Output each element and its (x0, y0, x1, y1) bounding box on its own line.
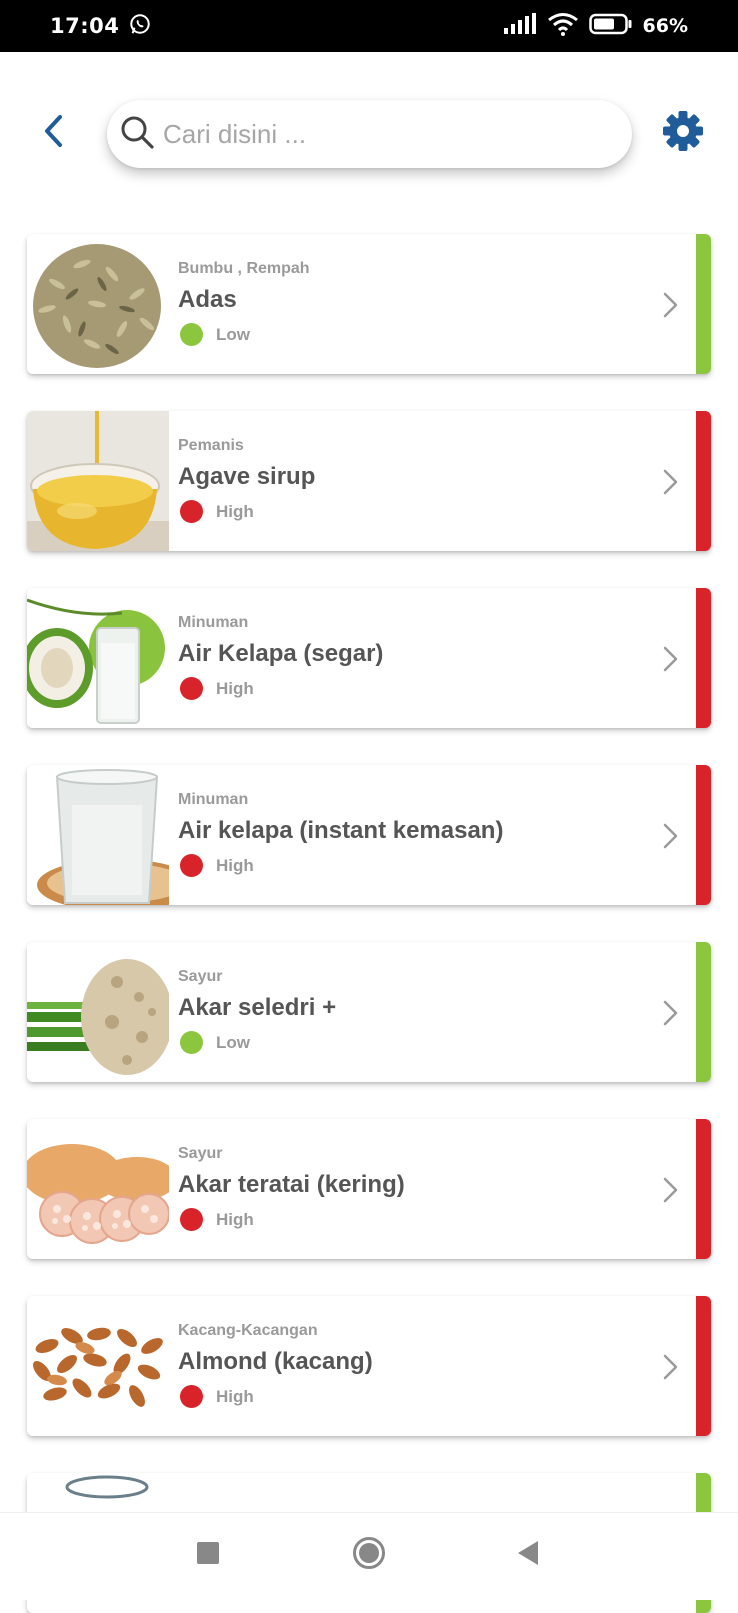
list-item-body: Bumbu , Rempah Adas Low (178, 234, 651, 374)
level-accent-bar (696, 765, 711, 905)
home-icon[interactable] (352, 1536, 386, 1575)
battery-percent: 66% (642, 15, 688, 37)
level-dot-icon (180, 323, 203, 346)
list-item-body: Minuman Air kelapa (instant kemasan) Hig… (178, 765, 651, 905)
recent-apps-icon[interactable] (196, 1541, 220, 1570)
level-accent-bar (696, 234, 711, 374)
gi-level-indicator: High (180, 1385, 254, 1408)
level-label: High (216, 501, 254, 521)
level-dot-icon (180, 500, 203, 523)
chevron-right-icon (659, 821, 683, 851)
celery-root-image (27, 942, 169, 1082)
list-item-body: Pemanis Agave sirup High (178, 411, 651, 551)
chevron-right-icon (659, 290, 683, 320)
chevron-right-icon (659, 1175, 683, 1205)
item-name: Akar seledri + (178, 994, 337, 1021)
level-dot-icon (180, 1208, 203, 1231)
signal-icon (503, 13, 537, 39)
chevron-right-icon (659, 998, 683, 1028)
level-dot-icon (180, 854, 203, 877)
fennel-seeds-image (27, 234, 169, 374)
level-accent-bar (696, 942, 711, 1082)
level-dot-icon (180, 677, 203, 700)
level-accent-bar (696, 1119, 711, 1259)
list-item-body: Minuman Air Kelapa (segar) High (178, 588, 651, 728)
item-name: Almond (kacang) (178, 1348, 373, 1375)
level-accent-bar (696, 588, 711, 728)
almonds-image (27, 1296, 169, 1436)
back-button[interactable] (28, 108, 78, 158)
item-category: Minuman (178, 791, 249, 808)
item-category: Sayur (178, 968, 223, 985)
lotus-root-image (27, 1119, 169, 1259)
battery-icon (588, 13, 633, 39)
list-item-body: Sayur Akar teratai (kering) High (178, 1119, 651, 1259)
list-item-body: Sayur Akar seledri + Low (178, 942, 651, 1082)
level-dot-icon (180, 1031, 203, 1054)
chevron-right-icon (659, 467, 683, 497)
chevron-right-icon (659, 644, 683, 674)
list-item[interactable]: Sayur Akar teratai (kering) High (27, 1119, 711, 1259)
item-name: Air Kelapa (segar) (178, 640, 384, 667)
status-bar: 17:04 66% (0, 0, 738, 52)
wifi-icon (547, 12, 579, 40)
back-arrow-icon (42, 114, 64, 153)
status-time: 17:04 (50, 14, 120, 38)
whatsapp-icon (129, 13, 151, 39)
search-bar[interactable] (107, 100, 632, 168)
fresh-coconut-image (27, 588, 169, 728)
back-icon[interactable] (516, 1540, 540, 1571)
search-icon (119, 114, 155, 155)
syrup-bowl-image (27, 411, 169, 551)
gi-level-indicator: High (180, 1208, 254, 1231)
settings-button[interactable] (658, 108, 708, 158)
item-name: Agave sirup (178, 463, 316, 490)
item-name: Air kelapa (instant kemasan) (178, 817, 504, 844)
item-category: Minuman (178, 614, 249, 631)
item-category: Kacang-Kacangan (178, 1322, 318, 1339)
item-name: Akar teratai (kering) (178, 1171, 405, 1198)
level-label: High (216, 1209, 254, 1229)
level-accent-bar (696, 1296, 711, 1436)
list-item[interactable]: Pemanis Agave sirup High (27, 411, 711, 551)
level-dot-icon (180, 1385, 203, 1408)
item-category: Bumbu , Rempah (178, 260, 310, 277)
item-name: Adas (178, 286, 237, 313)
gi-level-indicator: Low (180, 323, 250, 346)
gi-level-indicator: High (180, 500, 254, 523)
level-label: High (216, 855, 254, 875)
list-item[interactable]: Kacang-Kacangan Almond (kacang) High (27, 1296, 711, 1436)
search-input[interactable] (163, 118, 603, 150)
item-category: Pemanis (178, 437, 244, 454)
list-item-body: Kacang-Kacangan Almond (kacang) High (178, 1296, 651, 1436)
level-label: High (216, 1386, 254, 1406)
list-item[interactable]: Bumbu , Rempah Adas Low (27, 234, 711, 374)
list-item[interactable]: Minuman Air kelapa (instant kemasan) Hig… (27, 765, 711, 905)
top-bar (0, 52, 738, 222)
level-label: Low (216, 1032, 250, 1052)
system-nav-bar (0, 1512, 738, 1600)
coconut-water-glass-image (27, 765, 169, 905)
gi-level-indicator: High (180, 854, 254, 877)
gi-level-indicator: High (180, 677, 254, 700)
level-accent-bar (696, 411, 711, 551)
chevron-right-icon (659, 1352, 683, 1382)
list-item[interactable]: Minuman Air Kelapa (segar) High (27, 588, 711, 728)
gear-icon (662, 110, 704, 157)
level-label: Low (216, 324, 250, 344)
list-item[interactable]: Sayur Akar seledri + Low (27, 942, 711, 1082)
gi-level-indicator: Low (180, 1031, 250, 1054)
level-label: High (216, 678, 254, 698)
item-category: Sayur (178, 1145, 223, 1162)
